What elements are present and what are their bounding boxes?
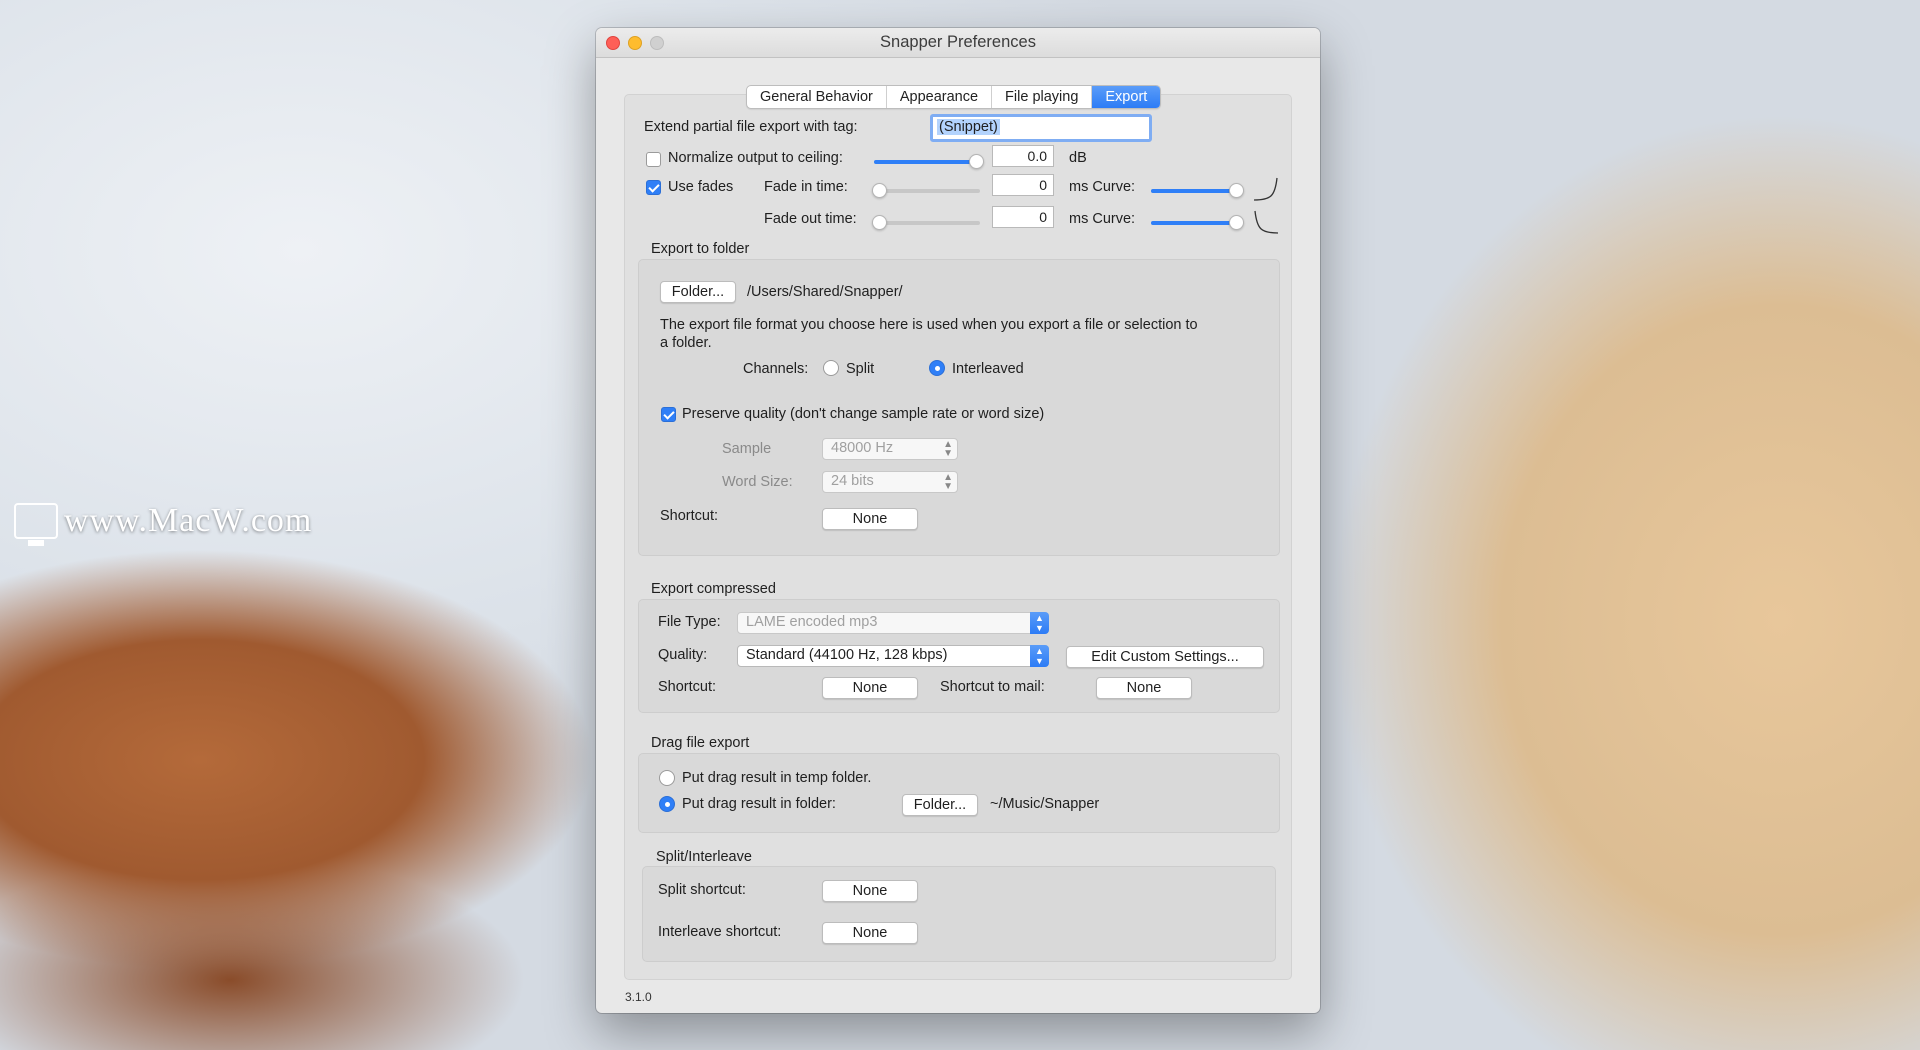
watermark: www.MacW.com xyxy=(14,502,313,546)
quality-label: Quality: xyxy=(658,647,708,663)
popup-arrows-icon: ▲ ▼ xyxy=(1030,645,1049,667)
fade-in-label: Fade in time: xyxy=(764,179,848,195)
preferences-window: Snapper Preferences General Behavior App… xyxy=(596,28,1320,1013)
fade-in-slider-knob[interactable] xyxy=(872,183,887,198)
compressed-shortcut-label: Shortcut: xyxy=(658,679,717,695)
close-icon[interactable] xyxy=(606,36,620,50)
export-folder-button[interactable]: Folder... xyxy=(660,281,736,303)
fade-out-curve-icon xyxy=(1254,210,1279,234)
quality-select[interactable]: Standard (44100 Hz, 128 kbps) ▲ ▼ xyxy=(737,645,1049,667)
split-interleave-group xyxy=(642,866,1276,962)
sample-rate-value: 48000 Hz xyxy=(831,440,894,456)
tab-general-behavior[interactable]: General Behavior xyxy=(747,86,887,108)
fade-in-curve-knob[interactable] xyxy=(1229,183,1244,198)
drag-folder-button[interactable]: Folder... xyxy=(902,794,978,816)
tab-file-playing[interactable]: File playing xyxy=(992,86,1093,108)
shortcut-to-mail-label: Shortcut to mail: xyxy=(940,679,1045,695)
channels-split-radio[interactable] xyxy=(823,360,839,376)
normalize-slider-knob[interactable] xyxy=(969,154,984,169)
interleave-shortcut-button[interactable]: None xyxy=(822,922,918,944)
file-type-label: File Type: xyxy=(658,614,721,630)
tab-bar: General Behavior Appearance File playing… xyxy=(746,85,1162,109)
drag-temp-folder-label: Put drag result in temp folder. xyxy=(682,770,872,786)
drag-folder-path: ~/Music/Snapper xyxy=(990,796,1100,812)
fade-in-curve-fill xyxy=(1151,189,1237,193)
fade-out-curve-fill xyxy=(1151,221,1237,225)
use-fades-checkbox[interactable] xyxy=(646,180,661,195)
fade-out-curve-knob[interactable] xyxy=(1229,215,1244,230)
file-type-value: LAME encoded mp3 xyxy=(746,614,878,630)
zoom-icon[interactable] xyxy=(650,36,664,50)
fade-out-curve-slider[interactable] xyxy=(1151,215,1244,230)
channels-interleaved-label: Interleaved xyxy=(952,361,1024,377)
export-tag-value: (Snippet) xyxy=(937,119,1000,135)
sample-rate-label: Sample xyxy=(722,441,772,457)
watermark-text: www.MacW.com xyxy=(64,502,313,539)
quality-value: Standard (44100 Hz, 128 kbps) xyxy=(746,647,948,663)
stepper-icon: ▲ ▼ xyxy=(943,472,953,492)
export-format-description-line2: a folder. xyxy=(660,335,712,351)
normalize-slider-fill xyxy=(874,160,977,164)
fade-in-curve-icon xyxy=(1253,177,1278,201)
export-tag-input[interactable]: (Snippet) xyxy=(930,114,1152,142)
drag-folder-label: Put drag result in folder: xyxy=(682,796,836,812)
fade-in-curve-label: ms Curve: xyxy=(1069,179,1136,195)
word-size-select[interactable]: 24 bits ▲ ▼ xyxy=(822,471,958,493)
export-format-description-line1: The export file format you choose here i… xyxy=(660,317,1198,333)
tab-export[interactable]: Export xyxy=(1092,86,1161,108)
fade-out-input[interactable]: 0 xyxy=(992,206,1054,228)
file-type-select[interactable]: LAME encoded mp3 ▲ ▼ xyxy=(737,612,1049,634)
normalize-label: Normalize output to ceiling: xyxy=(668,150,843,166)
minimize-icon[interactable] xyxy=(628,36,642,50)
stepper-icon: ▲ ▼ xyxy=(943,439,953,459)
preserve-quality-checkbox[interactable] xyxy=(661,407,676,422)
use-fades-label: Use fades xyxy=(668,179,734,195)
window-controls xyxy=(606,36,664,50)
fade-out-slider[interactable] xyxy=(872,215,980,230)
compressed-shortcut-button[interactable]: None xyxy=(822,677,918,699)
edit-custom-settings-button[interactable]: Edit Custom Settings... xyxy=(1066,646,1264,668)
export-compressed-header: Export compressed xyxy=(651,581,776,597)
normalize-checkbox[interactable] xyxy=(646,152,661,167)
word-size-value: 24 bits xyxy=(831,473,874,489)
split-shortcut-label: Split shortcut: xyxy=(658,882,746,898)
drag-export-group xyxy=(638,753,1280,833)
export-tag-label: Extend partial file export with tag: xyxy=(644,119,858,135)
drag-folder-radio[interactable] xyxy=(659,796,675,812)
sample-rate-select[interactable]: 48000 Hz ▲ ▼ xyxy=(822,438,958,460)
drag-export-header: Drag file export xyxy=(651,735,750,751)
fade-in-curve-slider[interactable] xyxy=(1151,183,1244,198)
popup-arrows-icon: ▲ ▼ xyxy=(1030,612,1049,634)
channels-interleaved-radio[interactable] xyxy=(929,360,945,376)
preserve-quality-label: Preserve quality (don't change sample ra… xyxy=(682,406,1045,422)
fade-out-curve-label: ms Curve: xyxy=(1069,211,1136,227)
export-folder-shortcut-label: Shortcut: xyxy=(660,508,719,524)
normalize-ceiling-input[interactable]: 0.0 xyxy=(992,145,1054,167)
monitor-logo-icon xyxy=(14,503,58,546)
fade-in-input[interactable]: 0 xyxy=(992,174,1054,196)
shortcut-to-mail-button[interactable]: None xyxy=(1096,677,1192,699)
fade-out-slider-knob[interactable] xyxy=(872,215,887,230)
split-shortcut-button[interactable]: None xyxy=(822,880,918,902)
window-title: Snapper Preferences xyxy=(880,33,1036,51)
tab-appearance[interactable]: Appearance xyxy=(887,86,993,108)
export-folder-shortcut-button[interactable]: None xyxy=(822,508,918,530)
export-folder-header: Export to folder xyxy=(651,241,750,257)
word-size-label: Word Size: xyxy=(722,474,793,490)
version-label: 3.1.0 xyxy=(625,990,652,1004)
split-interleave-header: Split/Interleave xyxy=(656,849,752,865)
title-bar[interactable]: Snapper Preferences xyxy=(596,28,1320,58)
normalize-slider[interactable] xyxy=(874,154,984,169)
channels-label: Channels: xyxy=(743,361,809,377)
fade-out-label: Fade out time: xyxy=(764,211,857,227)
interleave-shortcut-label: Interleave shortcut: xyxy=(658,924,782,940)
channels-split-label: Split xyxy=(846,361,875,377)
fade-in-slider[interactable] xyxy=(872,183,980,198)
drag-temp-folder-radio[interactable] xyxy=(659,770,675,786)
export-folder-path: /Users/Shared/Snapper/ xyxy=(747,284,903,300)
normalize-unit: dB xyxy=(1069,150,1087,166)
